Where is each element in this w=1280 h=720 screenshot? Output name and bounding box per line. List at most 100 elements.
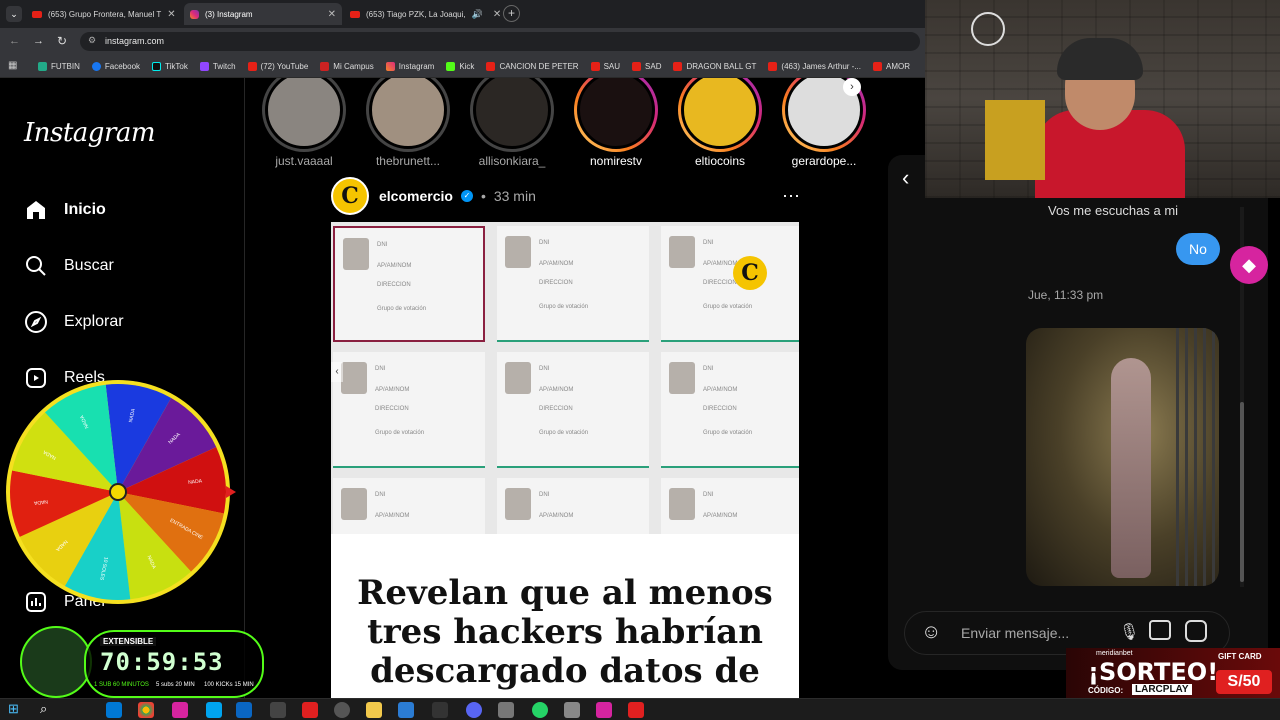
feed: just.vaaaal thebrunett... allisonkiara_ … xyxy=(245,78,925,698)
bookmark-mi-campus[interactable]: Mi Campus xyxy=(320,61,374,71)
kick-icon xyxy=(446,61,456,71)
post-image[interactable]: DNI AP/AM/NOM DIRECCION Grupo de votación D… xyxy=(331,222,799,534)
tab-list-icon[interactable]: ⌄ xyxy=(6,6,22,22)
message-input[interactable]: Enviar mensaje... xyxy=(961,625,1069,641)
instagram-icon xyxy=(385,61,395,71)
wheel-center xyxy=(109,483,127,501)
bookmark-label: DRAGON BALL GT xyxy=(686,61,757,71)
youtube-icon xyxy=(590,61,600,71)
bookmark-kick[interactable]: Kick xyxy=(446,61,475,71)
story-avatar xyxy=(265,78,343,149)
story-item[interactable]: eltiocoins xyxy=(678,78,762,168)
card-label: DNI xyxy=(539,240,550,246)
post-username[interactable]: elcomercio xyxy=(379,188,453,204)
microphone-icon[interactable]: 🎙 xyxy=(1119,622,1139,642)
bookmark-james-arthur[interactable]: (463) James Arthur -... xyxy=(768,61,861,71)
tab-youtube-1[interactable]: (653) Grupo Frontera, Manuel T ✕ xyxy=(26,3,181,25)
verified-badge-icon: ✓ xyxy=(460,190,473,202)
taskbar-app-icon[interactable] xyxy=(270,702,286,718)
close-icon[interactable]: ✕ xyxy=(167,9,175,20)
chevron-left-icon[interactable]: ‹ xyxy=(902,165,909,191)
discord-icon[interactable] xyxy=(466,702,482,718)
bookmark-cancion[interactable]: CANCION DE PETER xyxy=(486,61,579,71)
whatsapp-icon[interactable] xyxy=(532,702,548,718)
apps-grid-icon[interactable]: ▦ xyxy=(8,60,17,71)
url-text: instagram.com xyxy=(105,36,165,46)
card-label: AP/AM/NOM xyxy=(703,261,738,267)
taskbar-app-icon[interactable] xyxy=(596,702,612,718)
speaker-icon[interactable]: 🔊 xyxy=(472,9,483,20)
chat-image[interactable] xyxy=(1026,328,1219,586)
taskbar-app-icon[interactable] xyxy=(106,702,122,718)
taskbar-app-icon[interactable] xyxy=(172,702,188,718)
story-ring xyxy=(678,78,762,152)
story-username: eltiocoins xyxy=(694,154,746,168)
bookmark-instagram[interactable]: Instagram xyxy=(385,61,434,71)
promo-title: ¡SORTEO! xyxy=(1088,658,1219,686)
taskbar-app-icon[interactable] xyxy=(564,702,580,718)
stories-next-button[interactable]: › xyxy=(843,78,861,96)
timer-rule: 100 KICKs 15 MIN xyxy=(204,682,254,688)
sidebar-item-explorar[interactable]: Explorar xyxy=(24,310,124,334)
obs-icon[interactable] xyxy=(334,702,350,718)
card-photo xyxy=(669,488,695,520)
sidebar-item-inicio[interactable]: Inicio xyxy=(24,198,106,222)
image-icon[interactable] xyxy=(1149,620,1171,640)
carousel-prev-icon[interactable]: ‹ xyxy=(331,362,343,382)
taskbar-app-icon[interactable] xyxy=(432,702,448,718)
chat-scrollbar-thumb[interactable] xyxy=(1240,402,1244,582)
taskbar-app-icon[interactable] xyxy=(498,702,514,718)
chrome-icon[interactable] xyxy=(138,702,154,718)
taskbar-app-icon[interactable] xyxy=(628,702,644,718)
back-icon[interactable]: ← xyxy=(9,35,20,47)
card-photo xyxy=(505,488,531,520)
youtube-icon xyxy=(673,61,683,71)
story-item[interactable]: allisonkiara_ xyxy=(470,78,554,168)
bookmark-dbgt[interactable]: DRAGON BALL GT xyxy=(673,61,757,71)
taskbar-app-icon[interactable] xyxy=(302,702,318,718)
card-photo xyxy=(343,238,369,270)
bookmark-facebook[interactable]: Facebook xyxy=(91,61,141,71)
tab-instagram[interactable]: (3) Instagram ✕ xyxy=(184,3,342,25)
more-options-icon[interactable]: ⋯ xyxy=(782,186,801,207)
card-label: Grupo de votación xyxy=(703,304,753,310)
id-card: DNI AP/AM/NOM xyxy=(333,478,485,534)
forward-icon[interactable]: → xyxy=(33,35,44,47)
site-info-icon[interactable]: ⚙ xyxy=(88,35,96,46)
taskbar-search-icon[interactable]: ⌕ xyxy=(40,701,47,717)
bookmark-sad[interactable]: SAD xyxy=(632,61,661,71)
emoji-icon[interactable]: ☺ xyxy=(921,621,941,644)
story-item[interactable]: thebrunett... xyxy=(366,78,450,168)
bookmark-futbin[interactable]: FUTBIN xyxy=(38,61,80,71)
windows-start-icon[interactable]: ⊞ xyxy=(8,701,19,717)
card-label: DNI xyxy=(703,366,714,372)
bookmark-label: CANCION DE PETER xyxy=(499,61,579,71)
bookmark-label: SAU xyxy=(603,61,621,71)
story-item[interactable]: nomirestv xyxy=(574,78,658,168)
youtube-icon xyxy=(768,61,778,71)
card-photo xyxy=(505,236,531,268)
bookmark-youtube[interactable]: (72) YouTube xyxy=(247,61,308,71)
sidebar-item-buscar[interactable]: Buscar xyxy=(24,254,114,278)
instagram-logo[interactable]: Instagram xyxy=(24,118,156,148)
bookmark-twitch[interactable]: Twitch xyxy=(199,61,236,71)
taskbar-app-icon[interactable] xyxy=(236,702,252,718)
floating-extension-icon[interactable]: ◆ xyxy=(1230,246,1268,284)
story-item[interactable]: just.vaaaal xyxy=(262,78,346,168)
sticker-icon[interactable] xyxy=(1185,620,1207,642)
file-explorer-icon[interactable] xyxy=(366,702,382,718)
bookmark-label: Kick xyxy=(459,61,475,71)
bookmark-amor[interactable]: AMOR xyxy=(873,61,910,71)
reload-icon[interactable]: ↻ xyxy=(57,34,67,48)
taskbar-app-icon[interactable] xyxy=(206,702,222,718)
close-icon[interactable]: ✕ xyxy=(328,9,336,20)
taskbar-app-icon[interactable] xyxy=(398,702,414,718)
bookmark-label: Facebook xyxy=(104,61,141,71)
new-tab-button[interactable]: + xyxy=(503,5,520,22)
tab-youtube-2[interactable]: (653) Tiago PZK, La Joaqui, 🔊 ✕ xyxy=(344,3,500,25)
post-avatar[interactable]: C xyxy=(331,177,369,215)
close-icon[interactable]: ✕ xyxy=(493,9,500,20)
bookmark-sau[interactable]: SAU xyxy=(590,61,621,71)
bookmark-tiktok[interactable]: TikTok xyxy=(152,61,188,71)
url-field[interactable]: ⚙ instagram.com xyxy=(80,32,920,51)
